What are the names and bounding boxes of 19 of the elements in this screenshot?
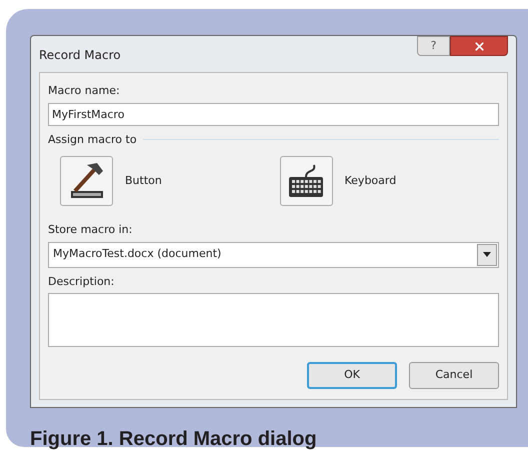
figure-caption: Figure 1. Record Macro dialog [30, 427, 318, 450]
assign-heading: Assign macro to [48, 132, 137, 148]
close-button[interactable] [450, 36, 508, 56]
close-icon [472, 40, 486, 52]
description-field[interactable] [48, 293, 499, 347]
description-label: Description: [48, 274, 116, 290]
help-button[interactable]: ? [417, 36, 450, 56]
ok-button[interactable]: OK [307, 362, 397, 389]
keyboard-button[interactable] [280, 156, 332, 206]
store-dropdown[interactable]: MyMacroTest.docx (document) [48, 242, 499, 268]
cancel-button[interactable]: Cancel [409, 362, 499, 389]
assign-option-label: Keyboard [344, 172, 396, 189]
macro-name-label: Macro name: [48, 83, 121, 99]
window-title: Record Macro [39, 47, 121, 64]
assign-option-label: Button [125, 172, 162, 189]
macro-name-field[interactable]: MyFirstMacro [48, 102, 499, 126]
dropdown-arrow-icon [483, 252, 491, 257]
store-label: Store macro in: [48, 222, 134, 238]
toolbar-button[interactable] [60, 156, 113, 206]
